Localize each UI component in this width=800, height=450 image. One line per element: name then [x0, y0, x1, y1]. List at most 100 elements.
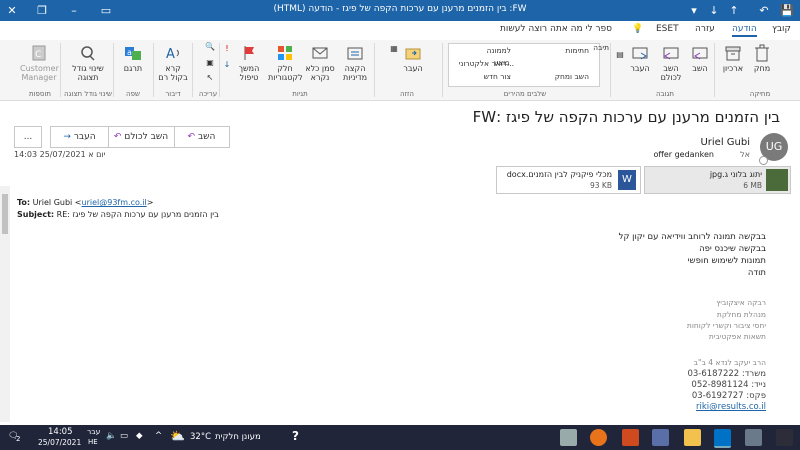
browser-app-icon[interactable] — [590, 429, 607, 446]
reply-all-button[interactable]: השב לכולם — [655, 44, 687, 82]
categorize-icon — [278, 46, 292, 60]
tell-me-box[interactable]: ספר לי מה אתה רוצה לעשות — [500, 24, 612, 34]
tab-file[interactable]: קובץ — [772, 24, 791, 34]
select-icon[interactable]: ↖ — [203, 73, 217, 82]
categorize-button[interactable]: חלק לקטגוריות — [268, 44, 303, 82]
svg-text:C: C — [35, 50, 41, 60]
avatar-initials: UG — [765, 140, 783, 153]
chrome-app-icon[interactable] — [560, 429, 577, 446]
clock-time[interactable]: 14:05 — [48, 427, 73, 437]
calculator-app-icon[interactable] — [652, 429, 669, 446]
addin-group-label: תוספות — [29, 90, 51, 98]
volume-icon[interactable]: 🔈 — [106, 431, 117, 441]
attachment-item[interactable]: יתוג בלוני ג.jpg 6 MB — [644, 166, 791, 194]
signature-line: יחסי ציבור וקשרי לקוחות — [686, 321, 766, 330]
quick-step-box[interactable]: תיבה — [593, 43, 609, 52]
taskbar: 🗨 2 14:05 25/07/2021 עבר HE 🔈 ▭ ◆ ^ ⛅ 32… — [0, 425, 800, 450]
ribbon-tabs: קובץ הודעה עזרה ESET 💡 ספר לי מה אתה רוצ… — [0, 21, 800, 93]
followup-button[interactable]: המשך טיפול — [232, 44, 266, 82]
more-respond-icon[interactable]: ▤ — [615, 50, 625, 59]
reply-action-button[interactable]: ↶ השב — [173, 126, 230, 148]
low-importance-icon[interactable]: ↓ — [222, 60, 232, 69]
message-subject: בין הזמנים מרענן עם ערכות הקפה של פיגז :… — [472, 108, 780, 126]
address-line: נייד: 052-8981124 — [691, 380, 766, 390]
close-button[interactable]: ✕ — [0, 0, 24, 21]
weather-icon[interactable]: ⛅ — [170, 429, 185, 443]
find-icon[interactable]: 🔍 — [203, 42, 217, 51]
quick-steps-gallery: תיבה לממונה דואר אלקטרוני... בוצע בוצע ה… — [448, 43, 609, 87]
reply-all-action-button[interactable]: ↶ השב לכולם — [107, 126, 175, 148]
mark-unread-button[interactable]: סמן כלא נקרא — [304, 44, 336, 82]
forward-to-email[interactable]: uriel@93fm.co.il — [82, 198, 147, 207]
ribbon: מחק ארכיון מחיקה השב השב לכולם העבר ▤ תג… — [0, 40, 800, 101]
language-indicator[interactable]: עבר — [87, 427, 100, 436]
read-aloud-icon: A — [166, 47, 179, 62]
tab-eset[interactable]: ESET — [656, 24, 679, 34]
translate-button[interactable]: a תרגם — [118, 44, 148, 73]
archive-button-main[interactable]: ארכיון — [718, 44, 748, 73]
dropbox-icon[interactable]: ◆ — [136, 431, 143, 441]
attachment-item[interactable]: W מכלי פיקניק לבין הזמנים.docx 93 KB — [496, 166, 641, 194]
customer-manager-icon: C — [32, 45, 46, 61]
weather-desc[interactable]: מעונן חלקית — [215, 432, 261, 442]
language-code[interactable]: HE — [88, 438, 98, 446]
clock-date[interactable]: 25/07/2021 — [38, 438, 81, 447]
more-actions-button[interactable]: ... — [14, 126, 42, 148]
body-line: תמונות לשימוש חופשי — [687, 256, 766, 266]
zoom-button[interactable]: שינוי גודל תצוגה — [66, 44, 110, 82]
quick-step-reply-delete[interactable]: השב ומחק — [555, 72, 589, 81]
translate-icon: a — [125, 47, 141, 60]
image-thumbnail-icon — [766, 169, 788, 191]
body-line: תודה — [747, 268, 766, 278]
firefox-app-icon[interactable] — [622, 429, 639, 446]
quick-step-done-item[interactable]: בוצע — [494, 58, 510, 67]
delete-group-label: מחיקה — [749, 90, 771, 98]
network-icon[interactable]: ▭ — [120, 431, 128, 441]
minimize-button[interactable]: – — [62, 0, 86, 21]
help-icon[interactable]: ? — [292, 429, 299, 443]
scroll-thumb[interactable] — [2, 194, 8, 234]
forward-arrow-icon: → — [63, 132, 71, 142]
signature-email-link[interactable]: riki@results.co.il — [696, 402, 766, 412]
move-button[interactable]: העבר — [400, 44, 426, 73]
rules-icon[interactable]: ▦ — [388, 44, 400, 53]
windows-start-icon[interactable] — [776, 429, 793, 446]
quick-step-signatures[interactable]: חתימות — [565, 46, 589, 55]
ribbon-display-icon[interactable]: ▭ — [94, 0, 118, 21]
quick-step-manager[interactable]: לממונה — [487, 46, 511, 55]
to-recipient[interactable]: offer gedanken — [653, 150, 714, 159]
quick-step-create-new[interactable]: צור חדש — [484, 72, 511, 81]
to-label: אל — [740, 150, 750, 159]
undo-icon[interactable]: ↶ — [752, 0, 776, 21]
notification-count: 2 — [16, 435, 21, 443]
assign-policy-button[interactable]: הקצה מדיניות — [340, 44, 370, 82]
move-folder-icon — [405, 48, 421, 60]
tags-group-label: תגיות — [292, 90, 308, 98]
forward-action-button[interactable]: → העבר — [50, 126, 109, 148]
address-line: פקס: 03-6192727 — [691, 391, 766, 401]
reply-button[interactable]: השב — [688, 44, 712, 73]
file-explorer-app-icon[interactable] — [745, 429, 762, 446]
folder-app-icon[interactable] — [684, 429, 701, 446]
weather-temp[interactable]: 32°C — [190, 432, 211, 442]
more-icon[interactable]: ▾ — [682, 0, 706, 21]
read-aloud-button[interactable]: A קרא בקול רם — [157, 44, 189, 82]
importance-icon[interactable]: ! — [222, 44, 232, 53]
sender-name[interactable]: Uriel Gubi — [700, 137, 750, 148]
delete-button[interactable]: מחק — [750, 44, 774, 73]
reply-icon — [692, 47, 708, 60]
forward-button[interactable]: העבר — [627, 44, 653, 73]
related-icon[interactable]: ▣ — [203, 58, 217, 67]
signature-line: רבקה איצקוביץ — [716, 298, 766, 307]
separator — [610, 43, 611, 97]
tab-message[interactable]: הודעה — [732, 24, 757, 37]
customer-manager-button[interactable]: C Customer Manager — [20, 44, 59, 82]
lightbulb-icon: 💡 — [632, 24, 644, 34]
tray-overflow-icon[interactable]: ^ — [155, 431, 162, 441]
scrollbar[interactable] — [0, 186, 10, 422]
outlook-app-icon[interactable] — [714, 429, 731, 448]
tab-help[interactable]: עזרה — [695, 24, 715, 34]
save-icon[interactable]: 💾 — [775, 0, 799, 21]
restore-button[interactable]: ❐ — [30, 0, 54, 21]
forward-to-close: > — [146, 198, 154, 207]
